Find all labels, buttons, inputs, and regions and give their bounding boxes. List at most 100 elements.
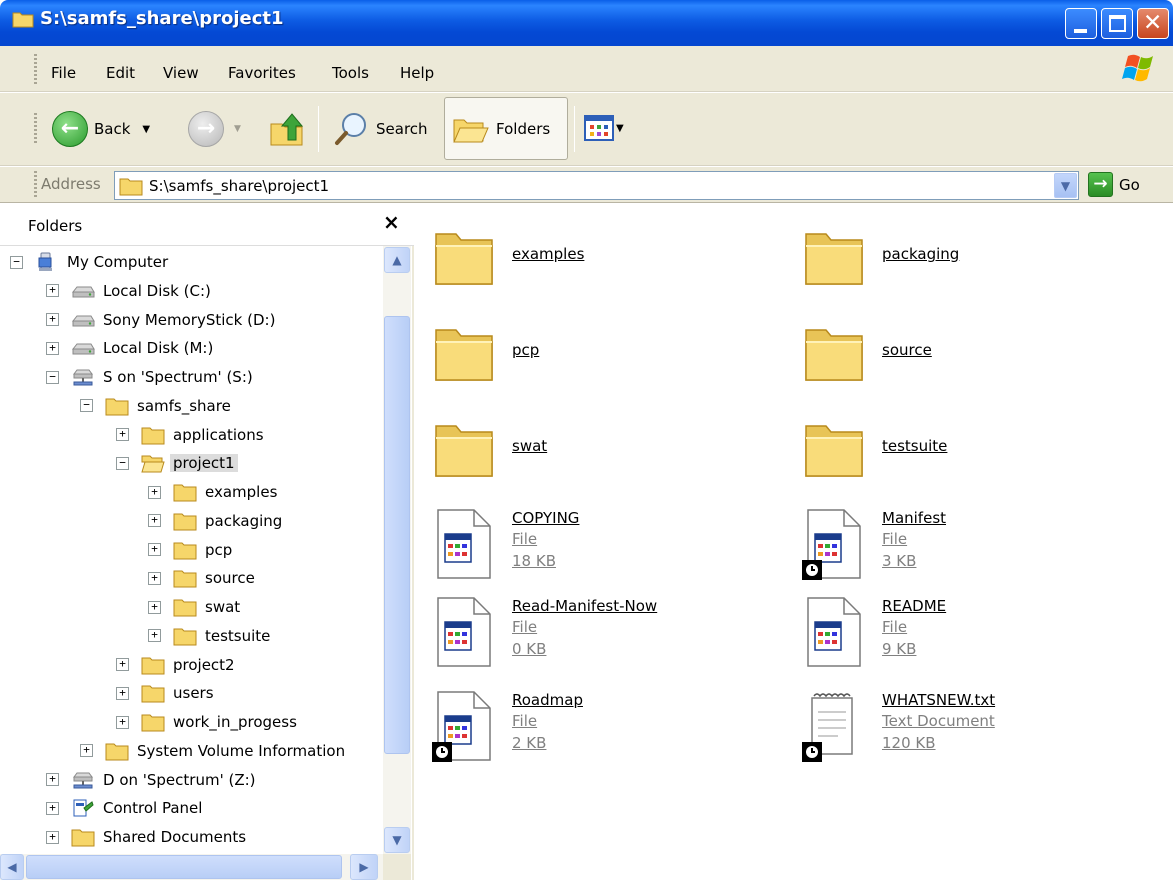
forward-button[interactable]: → ▼: [188, 111, 241, 147]
file-item[interactable]: Read-Manifest-Now File 0 KB: [432, 596, 657, 667]
item-name[interactable]: README: [882, 596, 946, 616]
expand-icon[interactable]: +: [46, 341, 59, 355]
item-name[interactable]: WHATSNEW.txt: [882, 690, 995, 710]
address-grip[interactable]: [34, 171, 37, 197]
expand-icon[interactable]: +: [80, 744, 93, 758]
menu-edit[interactable]: Edit: [106, 64, 135, 82]
folder-item[interactable]: testsuite: [802, 416, 947, 480]
expand-icon[interactable]: +: [148, 543, 161, 556]
tree-item-label[interactable]: packaging: [205, 512, 282, 530]
expand-icon[interactable]: +: [148, 600, 161, 614]
item-name[interactable]: COPYING: [512, 508, 579, 528]
menu-help[interactable]: Help: [400, 64, 434, 82]
tree-item[interactable]: − project1: [116, 451, 238, 475]
tree-item-label[interactable]: pcp: [205, 541, 232, 559]
tree-item[interactable]: + work_in_progess: [116, 710, 297, 734]
scroll-left-icon[interactable]: ◀: [0, 854, 24, 880]
expand-icon[interactable]: +: [116, 715, 129, 729]
vertical-scrollbar[interactable]: ▲ ▼: [383, 246, 411, 854]
forward-dropdown-icon[interactable]: ▼: [234, 124, 241, 134]
tree-item[interactable]: + Local Disk (M:): [46, 336, 213, 360]
scroll-down-icon[interactable]: ▼: [384, 827, 410, 853]
item-name[interactable]: Roadmap: [512, 690, 583, 710]
close-button[interactable]: ✕: [1137, 8, 1169, 39]
address-input[interactable]: S:\samfs_share\project1 ▼: [114, 171, 1079, 200]
tree-item-label[interactable]: users: [173, 684, 214, 702]
folder-item[interactable]: source: [802, 320, 932, 384]
go-button[interactable]: → Go: [1088, 172, 1140, 197]
folders-pane-close-icon[interactable]: ×: [383, 210, 400, 234]
tree-item-label[interactable]: Sony MemoryStick (D:): [103, 311, 275, 329]
scroll-right-icon[interactable]: ▶: [350, 854, 378, 880]
tree-item[interactable]: + Shared Documents: [46, 825, 246, 849]
tree-item[interactable]: + source: [148, 566, 255, 590]
file-item[interactable]: Roadmap File 2 KB: [432, 690, 583, 762]
tree-item[interactable]: + Sony MemoryStick (D:): [46, 308, 275, 332]
menu-tools[interactable]: Tools: [332, 64, 369, 82]
maximize-button[interactable]: [1101, 8, 1133, 39]
tree-item[interactable]: + applications: [116, 423, 264, 447]
collapse-icon[interactable]: −: [46, 370, 59, 384]
tree-item-label[interactable]: My Computer: [67, 253, 168, 271]
file-item[interactable]: COPYING File 18 KB: [432, 508, 579, 579]
tree-item[interactable]: + pcp: [148, 538, 232, 562]
expand-icon[interactable]: +: [148, 571, 161, 585]
toolbar-grip[interactable]: [34, 113, 37, 143]
tree-item[interactable]: + Control Panel: [46, 796, 202, 820]
expand-icon[interactable]: +: [148, 485, 161, 499]
item-name[interactable]: testsuite: [882, 436, 947, 456]
expand-icon[interactable]: +: [46, 773, 59, 786]
tree-item[interactable]: − samfs_share: [80, 394, 231, 418]
menu-file[interactable]: File: [51, 64, 76, 82]
folder-item[interactable]: examples: [432, 224, 584, 288]
expand-icon[interactable]: +: [116, 658, 129, 671]
expand-icon[interactable]: +: [116, 428, 129, 441]
expand-icon[interactable]: +: [46, 284, 59, 298]
collapse-icon[interactable]: −: [116, 456, 129, 470]
address-dropdown-icon[interactable]: ▼: [1054, 173, 1077, 198]
tree-item-label[interactable]: swat: [205, 598, 240, 616]
back-dropdown-icon[interactable]: ▼: [142, 124, 150, 135]
tree-item-label[interactable]: project2: [173, 656, 235, 674]
tree-item-label[interactable]: Shared Documents: [103, 828, 246, 846]
tree-item-label[interactable]: examples: [205, 483, 277, 501]
expand-icon[interactable]: +: [148, 629, 161, 643]
item-name[interactable]: Manifest: [882, 508, 946, 528]
tree-item[interactable]: + packaging: [148, 509, 282, 533]
file-item[interactable]: README File 9 KB: [802, 596, 946, 667]
views-button[interactable]: ▼: [584, 114, 624, 142]
tree-item-label[interactable]: System Volume Information: [137, 742, 345, 760]
expand-icon[interactable]: +: [116, 686, 129, 700]
file-item[interactable]: WHATSNEW.txt Text Document 120 KB: [802, 690, 995, 762]
hscroll-thumb[interactable]: [26, 855, 342, 879]
collapse-icon[interactable]: −: [80, 399, 93, 413]
scroll-thumb[interactable]: [384, 316, 410, 754]
horizontal-scrollbar[interactable]: ◀ ▶: [0, 854, 383, 880]
menu-grip[interactable]: [34, 54, 37, 84]
menu-view[interactable]: View: [163, 64, 199, 82]
back-button[interactable]: ← Back ▼: [52, 111, 150, 147]
tree-item-label[interactable]: Local Disk (M:): [103, 339, 213, 357]
item-name[interactable]: packaging: [882, 244, 959, 264]
item-name[interactable]: source: [882, 340, 932, 360]
search-button[interactable]: Search: [334, 111, 428, 147]
menu-favorites[interactable]: Favorites: [228, 64, 296, 82]
tree-item[interactable]: + testsuite: [148, 624, 270, 648]
folder-item[interactable]: pcp: [432, 320, 539, 384]
tree-item-label[interactable]: S on 'Spectrum' (S:): [103, 368, 253, 386]
item-name[interactable]: pcp: [512, 340, 539, 360]
tree-item[interactable]: + D on 'Spectrum' (Z:): [46, 768, 256, 792]
scroll-up-icon[interactable]: ▲: [384, 247, 410, 273]
tree-item[interactable]: + users: [116, 681, 214, 705]
address-value[interactable]: S:\samfs_share\project1: [149, 177, 329, 195]
tree-item[interactable]: + System Volume Information: [80, 739, 345, 763]
tree-item[interactable]: + Local Disk (C:): [46, 279, 211, 303]
tree-item[interactable]: − My Computer: [10, 250, 168, 274]
tree-item[interactable]: + swat: [148, 595, 240, 619]
tree-item-label[interactable]: D on 'Spectrum' (Z:): [103, 771, 256, 789]
expand-icon[interactable]: +: [46, 830, 59, 844]
folder-item[interactable]: swat: [432, 416, 547, 480]
item-name[interactable]: Read-Manifest-Now: [512, 596, 657, 616]
item-name[interactable]: swat: [512, 436, 547, 456]
tree-item-label[interactable]: samfs_share: [137, 397, 231, 415]
